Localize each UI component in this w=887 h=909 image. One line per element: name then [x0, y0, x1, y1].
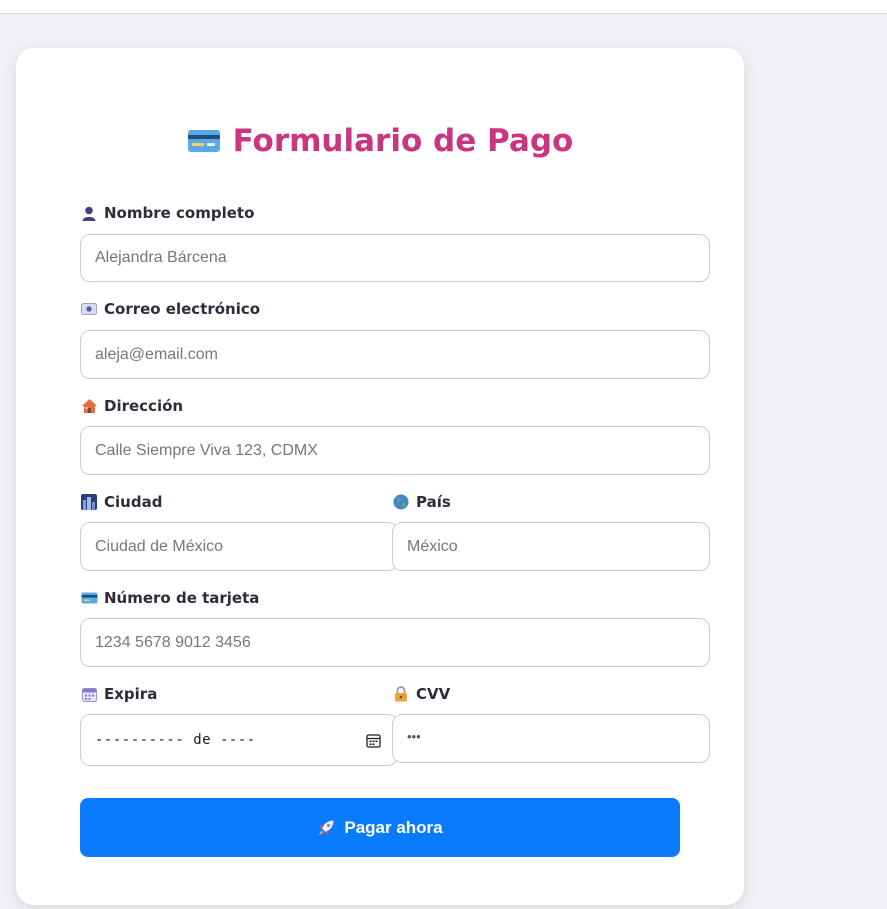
city-label: Ciudad — [80, 493, 162, 511]
card-number-label: Número de tarjeta — [80, 589, 259, 607]
cityscape-icon — [80, 494, 98, 510]
cvv-label: CVV — [392, 685, 450, 703]
browser-top-strip — [0, 0, 887, 14]
credit-card-icon — [187, 126, 221, 162]
address-label: Dirección — [80, 397, 183, 415]
form-title-text: Formulario de Pago — [232, 123, 574, 159]
city-input[interactable]: Ciudad de México — [80, 522, 398, 571]
card-number-input[interactable]: 1234 5678 9012 3456 — [80, 618, 710, 667]
rocket-icon — [317, 819, 335, 837]
country-input[interactable]: México — [392, 522, 710, 571]
name-input[interactable]: Alejandra Bárcena — [80, 234, 710, 282]
credit-card-icon — [80, 590, 98, 606]
email-icon — [80, 301, 98, 317]
house-icon — [80, 398, 98, 414]
address-input[interactable]: Calle Siempre Viva 123, CDMX — [80, 426, 710, 475]
form-title: Formulario de Pago — [16, 123, 744, 162]
country-label: País — [392, 493, 451, 511]
expiry-label: Expira — [80, 685, 157, 703]
cvv-input[interactable]: ••• — [392, 714, 710, 763]
calendar-picker-icon[interactable] — [366, 733, 381, 753]
email-input[interactable]: aleja@email.com — [80, 330, 710, 379]
expiry-month-input[interactable]: ---------- de ---- — [80, 714, 398, 766]
email-label: Correo electrónico — [80, 300, 260, 318]
pay-now-button[interactable]: Pagar ahora — [80, 798, 680, 857]
payment-form-card: Formulario de Pago Nombre completo Aleja… — [16, 48, 744, 905]
name-label: Nombre completo — [80, 204, 254, 222]
person-icon — [80, 205, 98, 221]
calendar-icon — [80, 686, 98, 702]
lock-icon — [392, 686, 410, 702]
globe-icon — [392, 494, 410, 510]
